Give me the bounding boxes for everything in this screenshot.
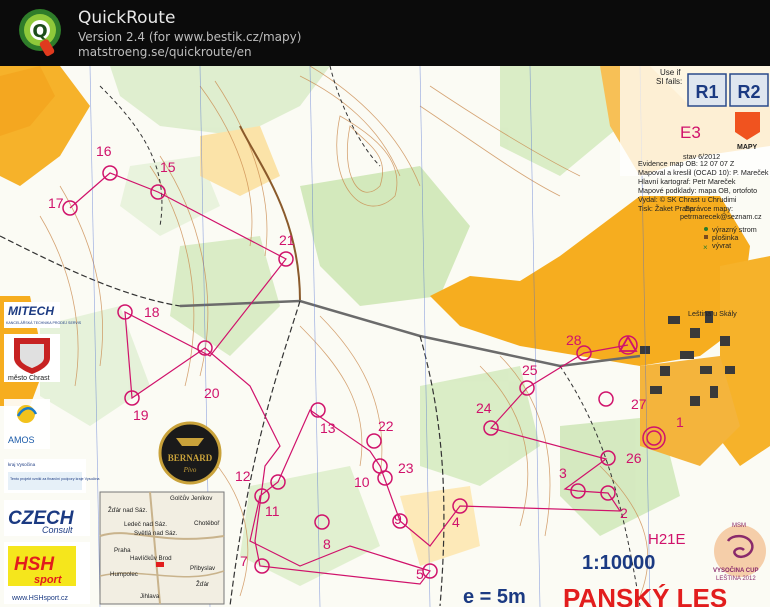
control-number: 3 xyxy=(559,465,567,481)
inset-label: Žďár xyxy=(196,580,209,588)
use-if-text: Use if xyxy=(660,68,681,77)
sponsor-bernard: BERNARD Pivo xyxy=(158,421,222,485)
town-label: Leština u Skály xyxy=(688,309,737,318)
control-number: 18 xyxy=(144,304,160,320)
inset-label: Praha xyxy=(114,547,131,554)
symbol-vyvrat: vývrat xyxy=(712,241,731,250)
control-number: 4 xyxy=(452,514,460,530)
vysocina-text: kraj Vysočina xyxy=(8,462,36,467)
control-number: 5 xyxy=(416,566,424,582)
control-number: 16 xyxy=(96,143,112,159)
vysocina-note: Tento projekt vznikl za finanční podpory… xyxy=(10,477,100,481)
inset-label: Chotěboř xyxy=(194,520,220,527)
bernard-sub-text: Pivo xyxy=(183,466,197,474)
si-fails-text: SI fails: xyxy=(656,77,682,86)
control-number: 8 xyxy=(323,536,331,552)
control-number: 9 xyxy=(394,511,402,527)
control-number: 17 xyxy=(48,195,64,211)
control-number: 25 xyxy=(522,362,538,378)
control-number: 24 xyxy=(476,400,492,416)
consult-text: Consult xyxy=(42,525,73,535)
cup-top-text: MSM xyxy=(732,523,746,529)
control-number: 11 xyxy=(265,503,280,519)
control-number: 21 xyxy=(279,232,295,248)
sport-text: sport xyxy=(34,574,63,586)
control-number: 1 xyxy=(676,414,684,430)
r2-label: R2 xyxy=(737,82,760,102)
svg-text:×: × xyxy=(703,243,708,252)
contour-interval-label: e = 5m xyxy=(463,586,526,607)
hsh-text: HSH xyxy=(14,554,55,575)
inset-label: Golčův Jeníkov xyxy=(170,495,213,502)
vydal-text: Vydal: © SK Chrast u Chrudimi xyxy=(638,195,737,204)
sponsor-hsh: HSH sport www.HSHsport.cz xyxy=(4,542,90,604)
map-name-label: PANSKÝ LES xyxy=(563,583,727,607)
inset-label: Přibyslav xyxy=(190,565,216,572)
control-number: 7 xyxy=(240,553,248,569)
control-number: 26 xyxy=(626,450,642,466)
control-number: 13 xyxy=(320,420,336,436)
app-title: QuickRoute xyxy=(78,8,176,28)
inset-label: Ledeč nad Sáz. xyxy=(124,521,167,528)
event-code: E3 xyxy=(680,123,701,142)
control-number: 12 xyxy=(235,468,251,484)
kartograf-text: Hlavní kartograf: Petr Mareček xyxy=(638,177,736,186)
r1-label: R1 xyxy=(695,82,718,102)
logo-letter: Q xyxy=(32,21,47,42)
inset-label: Žďár nad Sáz. xyxy=(108,506,148,514)
cup-name-text: VYSOČINA CUP xyxy=(713,567,758,574)
mitech-sub-text: KANCELÁŘSKÁ TECHNIKA PRODEJ SERVIS xyxy=(6,320,82,325)
inset-label: Humpolec xyxy=(110,571,138,578)
control-number: 28 xyxy=(566,332,582,348)
sponsor-vysocina: kraj Vysočina Tento projekt vznikl za fi… xyxy=(4,459,100,493)
cup-year-text: LEŠTINA 2012 xyxy=(716,575,756,582)
hsh-url: www.HSHsport.cz xyxy=(11,595,69,602)
inset-label: Světlá nad Sáz. xyxy=(134,530,178,537)
chrast-text: město Chrast xyxy=(8,375,50,382)
class-label: H21E xyxy=(648,531,686,548)
email-text: petrmarecek@seznam.cz xyxy=(680,212,762,221)
mapoval-text: Mapoval a kreslil (OCAD 10): P. Mareček xyxy=(638,168,769,177)
mapy-logo-text: MAPY xyxy=(737,144,758,151)
control-number: 22 xyxy=(378,418,394,434)
app-header: Q QuickRoute Version 2.4 (for www.bestik… xyxy=(0,0,770,66)
control-number: 27 xyxy=(631,396,647,412)
app-url[interactable]: matstroeng.se/quickroute/en xyxy=(78,45,252,59)
control-number: 2 xyxy=(620,505,628,521)
inset-location-map: Golčův Jeníkov Žďár nad Sáz. Ledeč nad S… xyxy=(99,491,225,605)
sponsor-chrast: město Chrast xyxy=(4,334,60,382)
orienteering-map: 16 15 17 21 18 19 20 28 25 27 24 22 13 1… xyxy=(0,66,770,607)
amos-text: AMOS xyxy=(8,435,35,445)
evidence-text: Evidence map OB: 12 07 07 Z xyxy=(638,159,735,168)
mitech-text: MITECH xyxy=(8,304,54,318)
control-number: 20 xyxy=(204,385,220,401)
control-number: 19 xyxy=(133,407,149,423)
control-number: 23 xyxy=(398,460,414,476)
sponsor-amos: AMOS xyxy=(4,399,50,449)
sponsor-czech-consult: CZECH Consult xyxy=(4,500,90,536)
mapy-logo-icon: MAPY xyxy=(735,112,760,151)
control-number: 15 xyxy=(160,159,176,175)
bernard-text: BERNARD xyxy=(168,453,213,463)
app-version: Version 2.4 (for www.bestik.cz/mapy) xyxy=(78,30,302,44)
inset-label: Havlíčkův Brod xyxy=(130,555,172,562)
inset-label: Jihlava xyxy=(140,593,160,600)
quickroute-logo-icon: Q xyxy=(19,9,61,57)
control-number: 10 xyxy=(354,474,370,490)
podklady-text: Mapové podklady: mapa OB, ortofoto xyxy=(638,186,757,195)
scale-label: 1:10000 xyxy=(582,552,655,574)
